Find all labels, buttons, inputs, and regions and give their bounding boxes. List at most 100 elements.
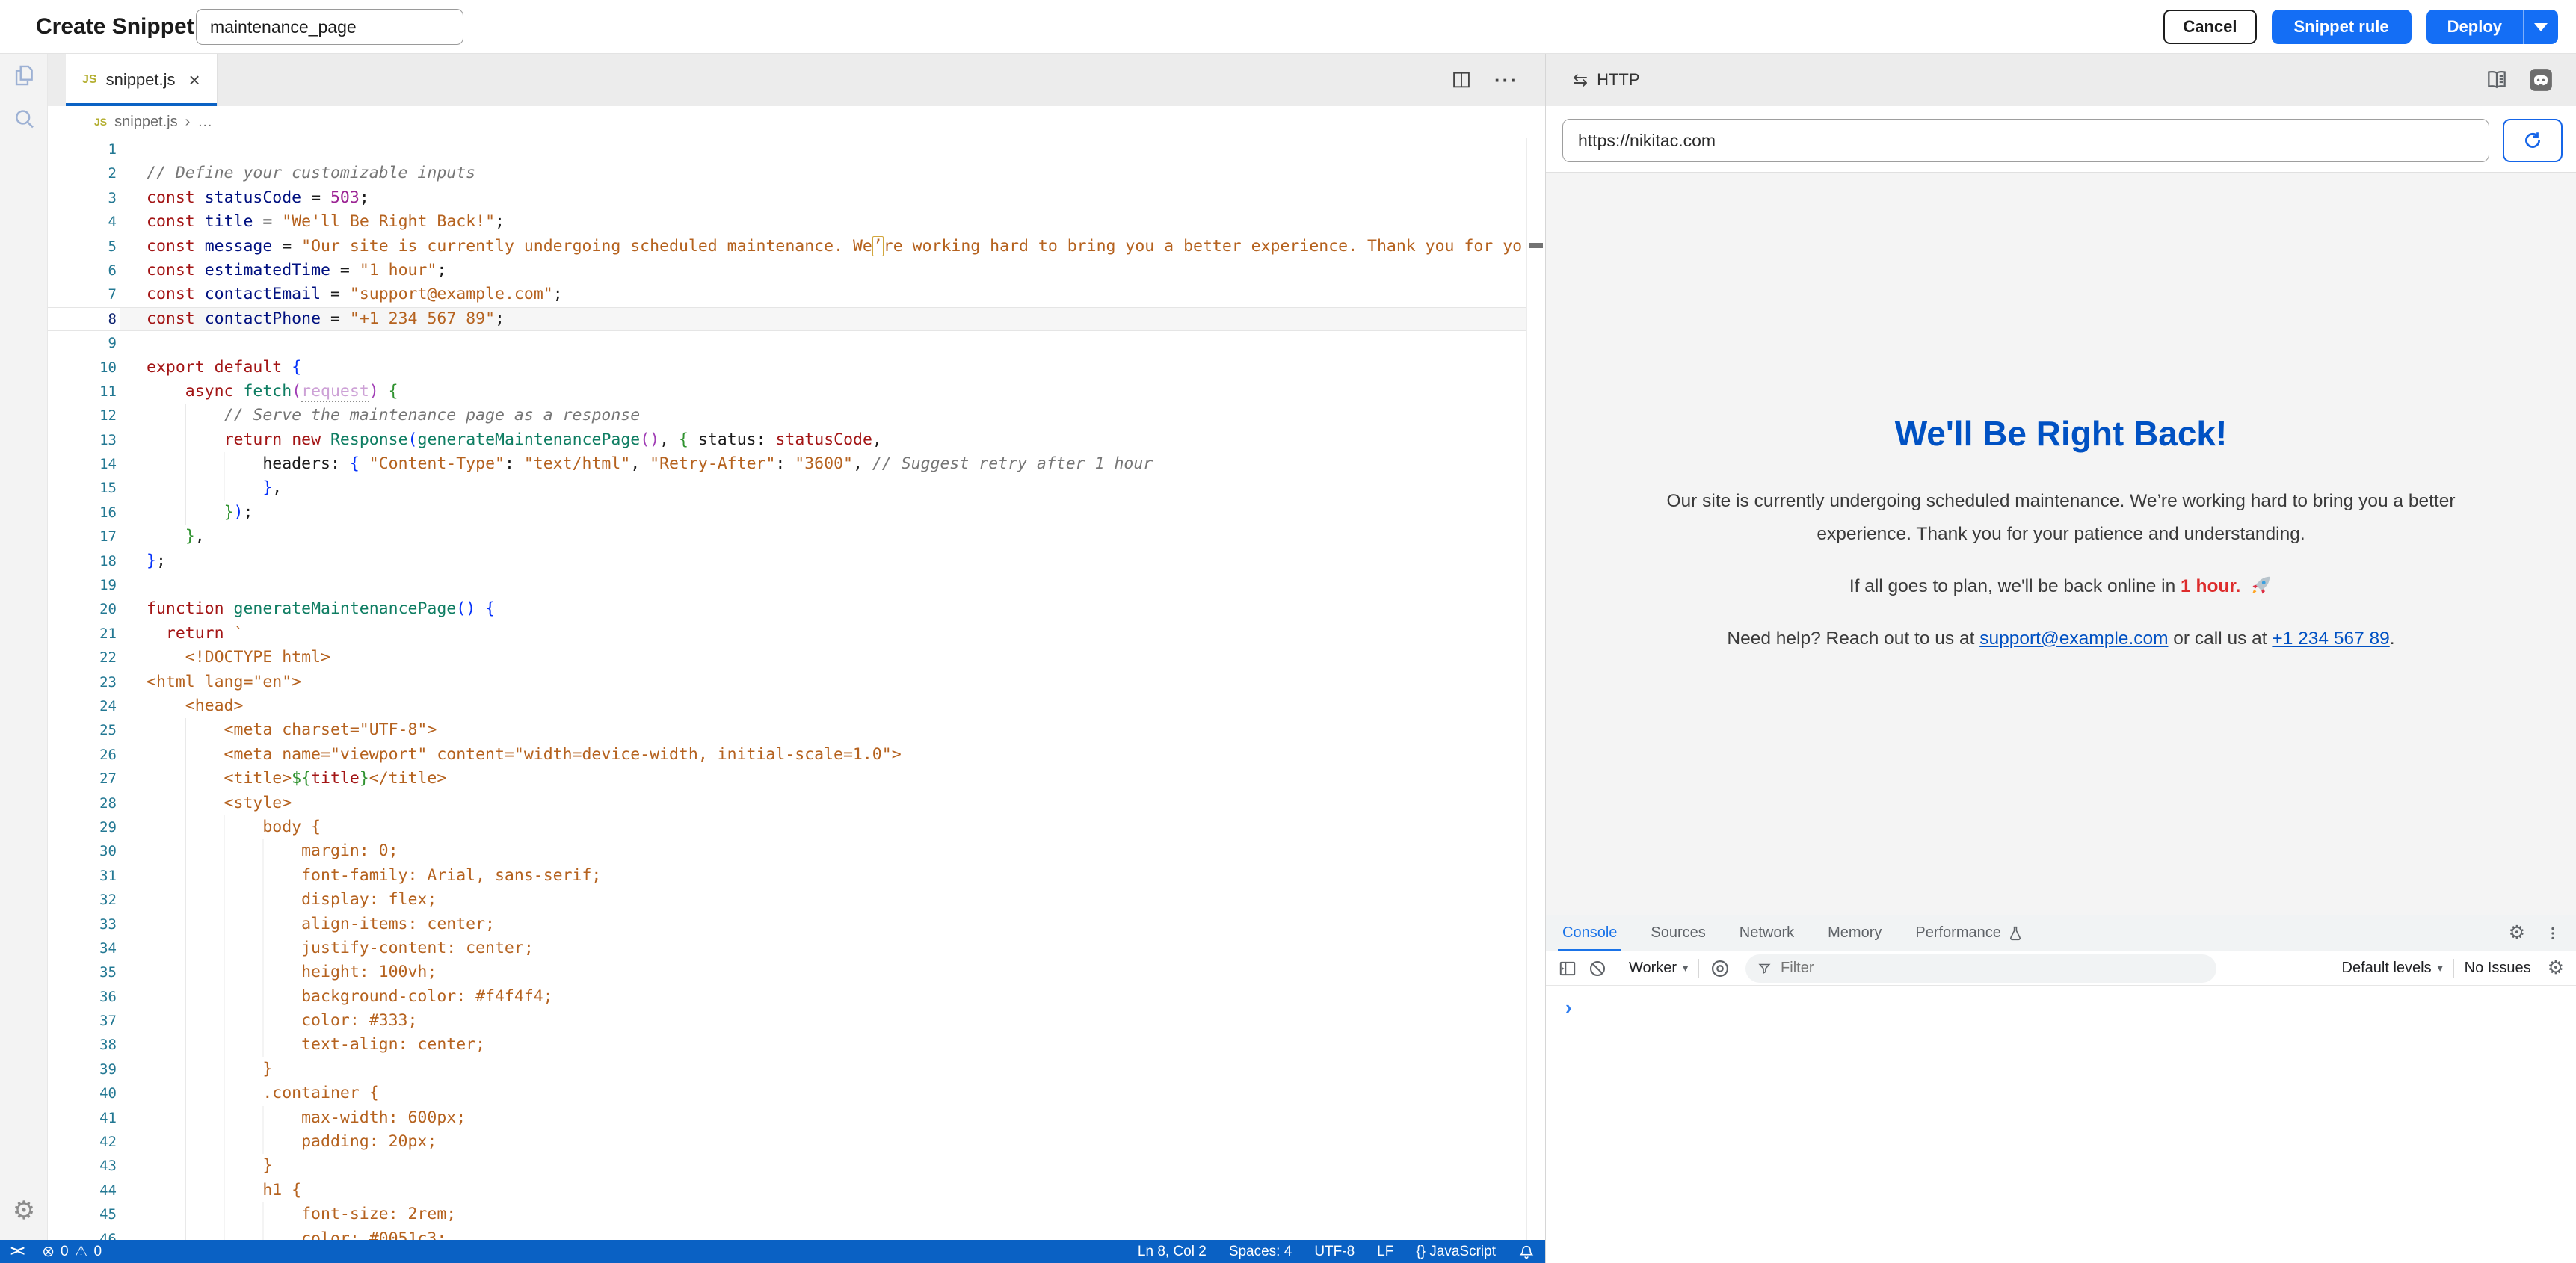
code-line-content[interactable]: } bbox=[147, 1057, 272, 1081]
console-settings-gear-icon[interactable]: ⚙ bbox=[2548, 959, 2564, 978]
code-line[interactable]: 34 justify-content: center; bbox=[48, 936, 1545, 960]
code-line[interactable]: 45 font-size: 2rem; bbox=[48, 1202, 1545, 1226]
code-line-content[interactable]: }, bbox=[147, 476, 282, 500]
code-line-content[interactable]: function generateMaintenancePage() { bbox=[147, 597, 495, 621]
snippet-name-input[interactable] bbox=[196, 9, 463, 45]
code-lines[interactable]: 12// Define your customizable inputs3con… bbox=[48, 138, 1545, 1240]
code-line[interactable]: 33 align-items: center; bbox=[48, 912, 1545, 936]
code-line-content[interactable]: height: 100vh; bbox=[147, 960, 437, 984]
code-line-content[interactable]: <meta name="viewport" content="width=dev… bbox=[147, 743, 902, 767]
code-line[interactable]: 2// Define your customizable inputs bbox=[48, 161, 1545, 185]
code-line[interactable]: 19 bbox=[48, 573, 1545, 597]
code-line[interactable]: 32 display: flex; bbox=[48, 888, 1545, 912]
devtools-tab-memory[interactable]: Memory bbox=[1828, 915, 1882, 951]
code-line[interactable]: 9 bbox=[48, 331, 1545, 355]
cursor-position[interactable]: Ln 8, Col 2 bbox=[1138, 1244, 1207, 1260]
code-line[interactable]: 41 max-width: 600px; bbox=[48, 1106, 1545, 1130]
code-line[interactable]: 7const contactEmail = "support@example.c… bbox=[48, 282, 1545, 306]
language-mode[interactable]: {} JavaScript bbox=[1416, 1244, 1496, 1260]
deploy-button[interactable]: Deploy bbox=[2426, 10, 2558, 44]
code-line[interactable]: 15 }, bbox=[48, 476, 1545, 500]
code-line[interactable]: 18}; bbox=[48, 549, 1545, 573]
code-line[interactable]: 28 <style> bbox=[48, 791, 1545, 815]
code-line[interactable]: 35 height: 100vh; bbox=[48, 960, 1545, 984]
live-expression-eye-icon[interactable] bbox=[1710, 958, 1731, 979]
eol-setting[interactable]: LF bbox=[1377, 1244, 1393, 1260]
encoding-setting[interactable]: UTF-8 bbox=[1314, 1244, 1355, 1260]
code-line-content[interactable]: <title>${title}</title> bbox=[147, 767, 446, 791]
close-tab-icon[interactable]: × bbox=[189, 70, 200, 90]
code-line[interactable]: 31 font-family: Arial, sans-serif; bbox=[48, 864, 1545, 888]
code-line[interactable]: 20function generateMaintenancePage() { bbox=[48, 597, 1545, 621]
clear-console-icon[interactable] bbox=[1588, 959, 1607, 978]
code-line-content[interactable]: display: flex; bbox=[147, 888, 437, 912]
code-line[interactable]: 3const statusCode = 503; bbox=[48, 186, 1545, 210]
code-line[interactable]: 24 <head> bbox=[48, 694, 1545, 718]
code-line-content[interactable]: align-items: center; bbox=[147, 912, 495, 936]
code-line[interactable]: 38 text-align: center; bbox=[48, 1033, 1545, 1057]
refresh-button[interactable] bbox=[2503, 119, 2563, 162]
code-line-content[interactable]: }, bbox=[147, 525, 205, 549]
code-line-content[interactable]: const estimatedTime = "1 hour"; bbox=[147, 259, 446, 282]
code-line-content[interactable]: .container { bbox=[147, 1081, 379, 1105]
code-line-content[interactable]: color: #0051c3; bbox=[147, 1227, 446, 1240]
tab-http[interactable]: ⇆ HTTP bbox=[1553, 54, 1660, 106]
code-line[interactable]: 43 } bbox=[48, 1154, 1545, 1178]
snippet-rule-button[interactable]: Snippet rule bbox=[2272, 10, 2412, 44]
issues-counter[interactable]: No Issues bbox=[2465, 960, 2531, 977]
support-email-link[interactable]: support@example.com bbox=[1979, 629, 2168, 649]
code-line-content[interactable]: <html lang="en"> bbox=[147, 670, 301, 694]
code-line-content[interactable]: h1 { bbox=[147, 1179, 301, 1202]
breadcrumb-file[interactable]: snippet.js bbox=[114, 114, 178, 131]
devtools-settings-gear-icon[interactable]: ⚙ bbox=[2509, 924, 2525, 942]
settings-button[interactable]: ⚙ bbox=[0, 1189, 48, 1232]
devtools-tab-sources[interactable]: Sources bbox=[1651, 915, 1705, 951]
code-line-content[interactable]: // Serve the maintenance page as a respo… bbox=[147, 404, 640, 427]
files-button[interactable] bbox=[0, 54, 48, 97]
code-line-content[interactable]: const contactPhone = "+1 234 567 89"; bbox=[147, 307, 505, 331]
code-line[interactable]: 23<html lang="en"> bbox=[48, 670, 1545, 694]
code-line-content[interactable]: body { bbox=[147, 815, 321, 839]
console-sidebar-toggle-icon[interactable] bbox=[1558, 959, 1577, 978]
code-line[interactable]: 29 body { bbox=[48, 815, 1545, 839]
code-line-content[interactable]: const statusCode = 503; bbox=[147, 186, 369, 210]
code-line[interactable]: 27 <title>${title}</title> bbox=[48, 767, 1545, 791]
split-editor-icon[interactable] bbox=[1451, 70, 1472, 90]
code-line[interactable]: 37 color: #333; bbox=[48, 1009, 1545, 1033]
code-line-content[interactable]: export default { bbox=[147, 356, 301, 380]
devtools-menu-kebab-icon[interactable] bbox=[2545, 925, 2561, 942]
code-line[interactable]: 5const message = "Our site is currently … bbox=[48, 235, 1545, 259]
code-line[interactable]: 25 <meta charset="UTF-8"> bbox=[48, 718, 1545, 742]
code-line[interactable]: 14 headers: { "Content-Type": "text/html… bbox=[48, 452, 1545, 476]
code-line[interactable]: 42 padding: 20px; bbox=[48, 1130, 1545, 1154]
code-line[interactable]: 21 return ` bbox=[48, 622, 1545, 646]
code-line[interactable]: 26 <meta name="viewport" content="width=… bbox=[48, 743, 1545, 767]
console-output[interactable]: › bbox=[1546, 986, 2576, 1263]
breadcrumb-symbol[interactable]: … bbox=[197, 114, 212, 131]
code-line-content[interactable]: color: #333; bbox=[147, 1009, 417, 1033]
code-line[interactable]: 13 return new Response(generateMaintenan… bbox=[48, 428, 1545, 452]
console-prompt-chevron[interactable]: › bbox=[1565, 998, 1572, 1017]
code-line[interactable]: 12 // Serve the maintenance page as a re… bbox=[48, 404, 1545, 427]
indentation-setting[interactable]: Spaces: 4 bbox=[1229, 1244, 1292, 1260]
code-line[interactable]: 8const contactPhone = "+1 234 567 89"; bbox=[48, 307, 1545, 331]
log-levels-dropdown[interactable]: Default levels ▾ bbox=[2342, 960, 2443, 977]
code-line[interactable]: 17 }, bbox=[48, 525, 1545, 549]
code-line-content[interactable]: headers: { "Content-Type": "text/html", … bbox=[147, 452, 1153, 476]
code-line-content[interactable]: return ` bbox=[147, 622, 243, 646]
worker-context-dropdown[interactable]: Worker ▾ bbox=[1629, 960, 1688, 977]
code-line[interactable]: 16 }); bbox=[48, 501, 1545, 525]
tab-snippet-js[interactable]: JS snippet.js × bbox=[66, 54, 218, 106]
discord-icon[interactable] bbox=[2528, 67, 2554, 93]
devtools-tab-performance[interactable]: Performance bbox=[1915, 915, 2024, 951]
code-line-content[interactable]: // Define your customizable inputs bbox=[147, 161, 475, 185]
phone-link[interactable]: +1 234 567 89 bbox=[2272, 629, 2389, 649]
remote-indicator-icon[interactable]: >< bbox=[10, 1244, 22, 1260]
code-line[interactable]: 39 } bbox=[48, 1057, 1545, 1081]
code-line-content[interactable]: text-align: center; bbox=[147, 1033, 485, 1057]
code-line[interactable]: 10export default { bbox=[48, 356, 1545, 380]
url-input[interactable] bbox=[1562, 119, 2489, 162]
breadcrumb[interactable]: JS snippet.js › … bbox=[48, 106, 1545, 138]
code-line[interactable]: 46 color: #0051c3; bbox=[48, 1227, 1545, 1240]
code-line-content[interactable]: const message = "Our site is currently u… bbox=[147, 235, 1522, 259]
